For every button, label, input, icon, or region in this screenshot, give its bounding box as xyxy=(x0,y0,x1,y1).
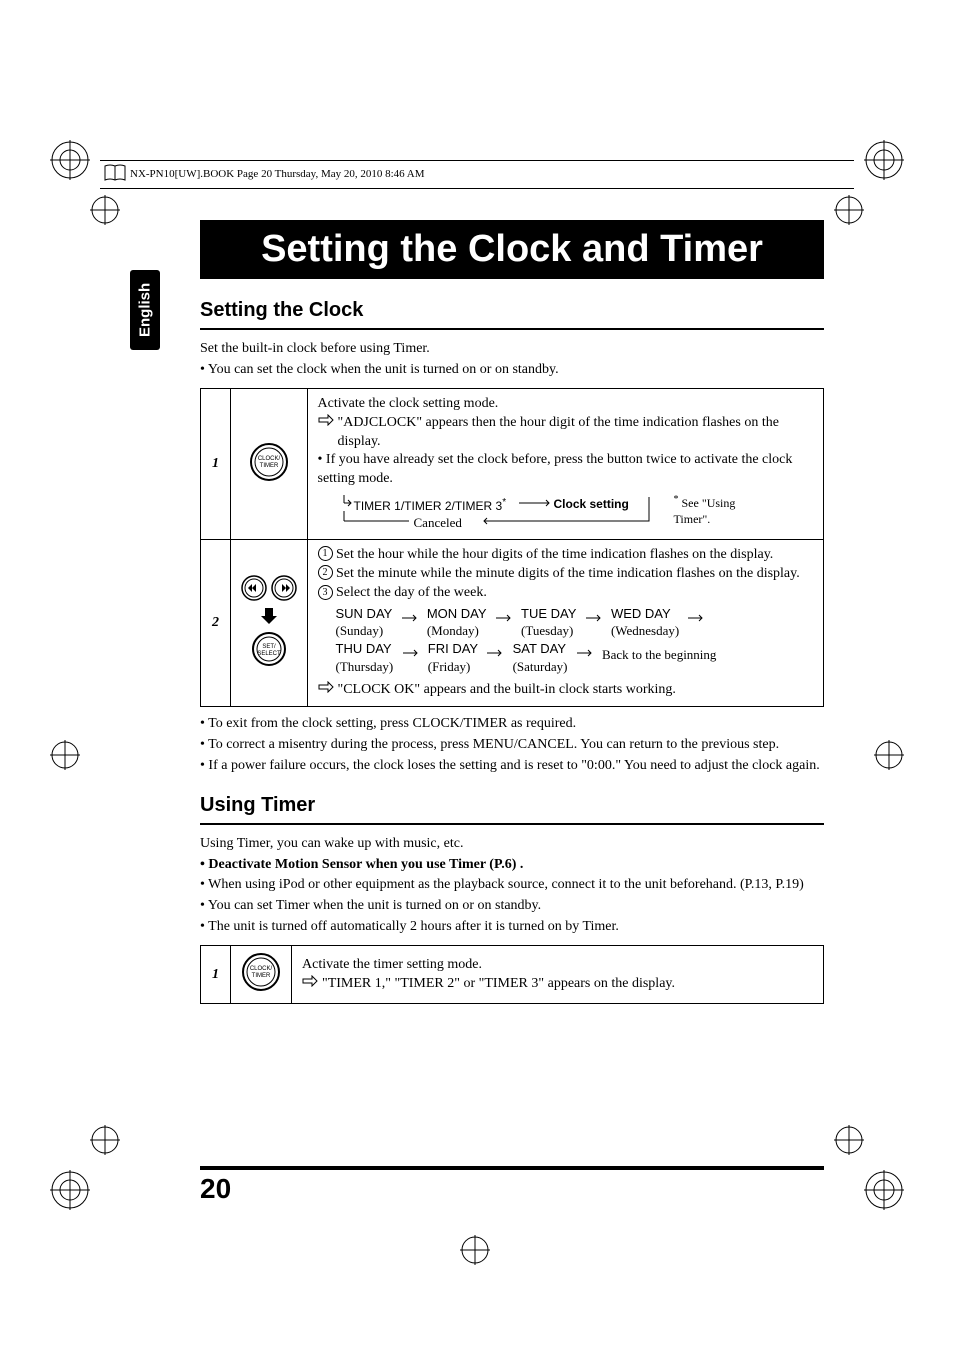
step-line: "TIMER 1," "TIMER 2" or "TIMER 3" appear… xyxy=(322,975,675,994)
arrow-icon xyxy=(682,605,710,629)
page-number: 20 xyxy=(200,1173,231,1205)
crop-circle-bl xyxy=(90,1125,120,1155)
crop-circle-tl xyxy=(90,195,120,225)
timer-intro: Using Timer, you can wake up with music,… xyxy=(200,835,824,854)
result-arrow-icon xyxy=(318,681,334,700)
arrow-icon xyxy=(580,605,608,629)
prev-button-icon xyxy=(241,575,267,601)
crop-circle-bc xyxy=(460,1235,490,1265)
arrow-icon xyxy=(481,640,509,664)
intro-bullet: • You can set the clock when the unit is… xyxy=(200,361,824,380)
timer-intro: • The unit is turned off automatically 2… xyxy=(200,918,824,937)
crop-circle-tr xyxy=(834,195,864,225)
step-line: Activate the timer setting mode. xyxy=(302,956,813,975)
crop-circle-ml xyxy=(50,740,80,770)
book-icon xyxy=(104,164,126,187)
result-arrow-icon xyxy=(318,414,334,452)
page-footer-rule xyxy=(200,1166,824,1170)
step-number: 1 xyxy=(201,946,231,1004)
section-title-clock: Setting the Clock xyxy=(200,299,824,322)
substep-text: Set the hour while the hour digits of th… xyxy=(336,546,813,565)
section-rule xyxy=(200,823,824,825)
day-item: THU DAY(Thursday) xyxy=(336,640,394,675)
step-button-icon: CLOCK/ TIMER xyxy=(231,388,308,539)
set-select-button-icon: SET/SELECT xyxy=(251,631,287,667)
svg-text:SET/: SET/ xyxy=(262,644,276,650)
step-button-icons: SET/SELECT xyxy=(231,540,308,707)
result-arrow-icon xyxy=(302,975,318,994)
svg-text:SELECT: SELECT xyxy=(257,651,281,657)
day-item: SAT DAY(Saturday) xyxy=(513,640,568,675)
day-item: FRI DAY(Friday) xyxy=(428,640,478,675)
arrow-icon xyxy=(396,605,424,629)
timer-intro-bold: • Deactivate Motion Sensor when you use … xyxy=(200,856,824,875)
registration-mark-br xyxy=(864,1170,904,1210)
svg-text:TIMER: TIMER xyxy=(259,463,278,469)
substep-text: Set the minute while the minute digits o… xyxy=(336,565,813,584)
clock-timer-button-icon: CLOCK/ TIMER xyxy=(241,952,281,992)
clock-steps-table: 1 CLOCK/ TIMER Activate the clock settin… xyxy=(200,388,824,707)
day-item: WED DAY(Wednesday) xyxy=(611,605,679,640)
step-row-1: 1 CLOCK/ TIMER Activate the clock settin… xyxy=(201,388,824,539)
svg-text:TIMER: TIMER xyxy=(252,973,271,979)
substep-num: 2 xyxy=(318,565,333,580)
timer-intro: • When using iPod or other equipment as … xyxy=(200,876,824,895)
page-header: NX-PN10[UW].BOOK Page 20 Thursday, May 2… xyxy=(100,160,854,190)
timer-intro: • You can set Timer when the unit is tur… xyxy=(200,897,824,916)
step-row-2: 2 SET/SELECT 1 Set the hour while the ho… xyxy=(201,540,824,707)
language-label: English xyxy=(130,270,160,350)
step-button-icon: CLOCK/ TIMER xyxy=(231,946,292,1004)
down-arrow-icon xyxy=(259,606,279,626)
flow-label: TIMER 1/TIMER 2/TIMER 3* xyxy=(354,496,507,514)
after-note: • To exit from the clock setting, press … xyxy=(200,715,824,734)
footnote-text: * See "Using Timer". xyxy=(674,493,754,527)
arrow-icon xyxy=(397,640,425,664)
day-item: TUE DAY(Tuesday) xyxy=(521,605,576,640)
step-body: Activate the clock setting mode. "ADJCLO… xyxy=(307,388,824,539)
day-item: SUN DAY(Sunday) xyxy=(336,605,393,640)
step-line: Activate the clock setting mode. xyxy=(318,395,814,414)
flow-label: Clock setting xyxy=(554,496,629,512)
arrow-icon xyxy=(490,605,518,629)
after-note: • If a power failure occurs, the clock l… xyxy=(200,757,824,776)
svg-text:CLOCK/: CLOCK/ xyxy=(250,966,273,972)
substep-num: 3 xyxy=(318,585,333,600)
arrow-icon xyxy=(571,640,599,664)
intro-text: Set the built-in clock before using Time… xyxy=(200,340,824,359)
registration-mark-tr xyxy=(864,140,904,180)
day-item: MON DAY(Monday) xyxy=(427,605,487,640)
section-rule xyxy=(200,328,824,330)
step-number: 1 xyxy=(201,388,231,539)
svg-text:CLOCK/: CLOCK/ xyxy=(258,456,281,462)
step-row-1: 1 CLOCK/ TIMER Activate the timer settin… xyxy=(201,946,824,1004)
substep-text: Select the day of the week. xyxy=(336,585,487,600)
crop-circle-br xyxy=(834,1125,864,1155)
step-line: "ADJCLOCK" appears then the hour digit o… xyxy=(338,414,814,452)
next-button-icon xyxy=(271,575,297,601)
substep-num: 1 xyxy=(318,546,333,561)
section-title-timer: Using Timer xyxy=(200,794,824,817)
language-tab: English xyxy=(130,270,160,350)
step-number: 2 xyxy=(201,540,231,707)
step-body: 1 Set the hour while the hour digits of … xyxy=(307,540,824,707)
step-line: • If you have already set the clock befo… xyxy=(318,451,814,489)
after-note: • To correct a misentry during the proce… xyxy=(200,736,824,755)
back-text: Back to the beginning xyxy=(602,640,716,664)
registration-mark-tl xyxy=(50,140,90,180)
header-text: NX-PN10[UW].BOOK Page 20 Thursday, May 2… xyxy=(130,168,425,180)
timer-steps-table: 1 CLOCK/ TIMER Activate the timer settin… xyxy=(200,945,824,1004)
result-text: "CLOCK OK" appears and the built-in cloc… xyxy=(338,681,676,700)
registration-mark-bl xyxy=(50,1170,90,1210)
chapter-title: Setting the Clock and Timer xyxy=(200,220,824,279)
flow-label: Canceled xyxy=(414,514,462,532)
clock-timer-button-icon: CLOCK/ TIMER xyxy=(249,442,289,482)
step-body: Activate the timer setting mode. "TIMER … xyxy=(292,946,824,1004)
crop-circle-mr xyxy=(874,740,904,770)
